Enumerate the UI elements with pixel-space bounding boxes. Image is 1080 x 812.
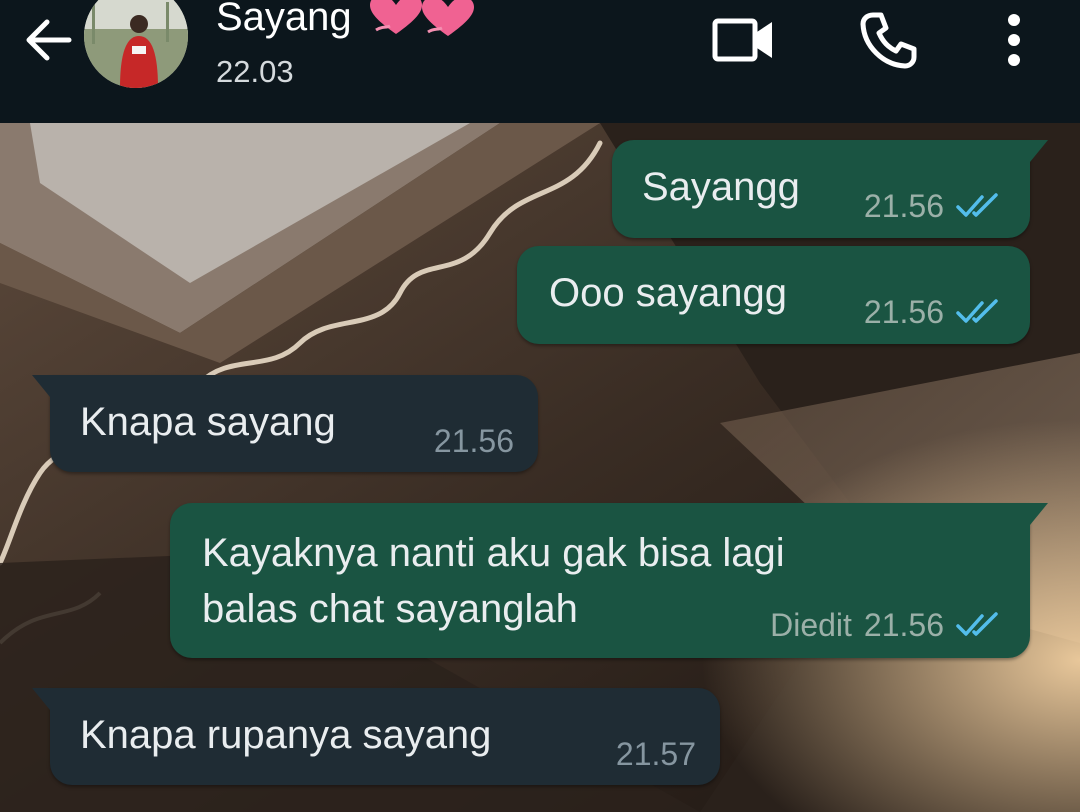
message-time: 21.56 bbox=[863, 607, 944, 643]
message-text: Kayaknya nanti aku gak bisa lagi balas c… bbox=[202, 531, 785, 631]
more-vert-icon bbox=[1008, 14, 1020, 66]
message-time: 21.56 bbox=[433, 423, 514, 459]
more-options-button[interactable] bbox=[990, 8, 1038, 72]
message-bubble-incoming[interactable]: Knapa rupanya sayang 21.57 bbox=[32, 688, 720, 785]
contact-name[interactable]: Sayang bbox=[216, 0, 478, 42]
message-meta: 21.56 bbox=[434, 421, 514, 461]
arrow-left-icon bbox=[26, 19, 72, 61]
message-bubble-outgoing[interactable]: Kayaknya nanti aku gak bisa lagi balas c… bbox=[170, 503, 1048, 658]
double-check-icon bbox=[956, 612, 1002, 638]
message-time: 21.57 bbox=[615, 736, 696, 772]
video-call-button[interactable] bbox=[706, 8, 782, 72]
phone-icon bbox=[860, 12, 917, 69]
hearts-icon bbox=[369, 0, 474, 36]
voice-call-button[interactable] bbox=[852, 8, 924, 72]
video-call-icon bbox=[712, 18, 772, 62]
pink-hearts-emoji bbox=[366, 0, 478, 40]
back-button[interactable] bbox=[18, 10, 78, 70]
message-meta: 21.56 bbox=[864, 186, 1002, 226]
message-text: Ooo sayangg bbox=[549, 271, 787, 315]
message-meta: Diedit 21.56 bbox=[770, 605, 1002, 645]
message-meta: 21.57 bbox=[616, 734, 696, 774]
chat-screen: Sayang 22.03 Sayangg 21.56 Ooo sayangg 2… bbox=[0, 0, 1080, 812]
message-time: 21.56 bbox=[863, 188, 944, 224]
double-check-icon bbox=[956, 193, 1002, 219]
message-text: Knapa rupanya sayang bbox=[80, 713, 492, 757]
message-bubble-incoming[interactable]: Knapa sayang 21.56 bbox=[32, 375, 538, 472]
last-seen-status: 22.03 bbox=[216, 54, 294, 89]
chat-header: Sayang 22.03 bbox=[0, 0, 1080, 123]
double-check-icon bbox=[956, 299, 1002, 325]
avatar-photo bbox=[84, 0, 188, 88]
contact-avatar[interactable] bbox=[84, 0, 188, 88]
message-text: Sayangg bbox=[642, 165, 800, 209]
message-bubble-outgoing[interactable]: Ooo sayangg 21.56 bbox=[517, 246, 1030, 344]
message-text: Knapa sayang bbox=[80, 400, 336, 444]
contact-name-text: Sayang bbox=[216, 0, 352, 39]
message-time: 21.56 bbox=[863, 294, 944, 330]
message-meta: 21.56 bbox=[864, 292, 1002, 332]
edited-label: Diedit bbox=[770, 607, 852, 643]
message-bubble-outgoing[interactable]: Sayangg 21.56 bbox=[612, 140, 1048, 238]
